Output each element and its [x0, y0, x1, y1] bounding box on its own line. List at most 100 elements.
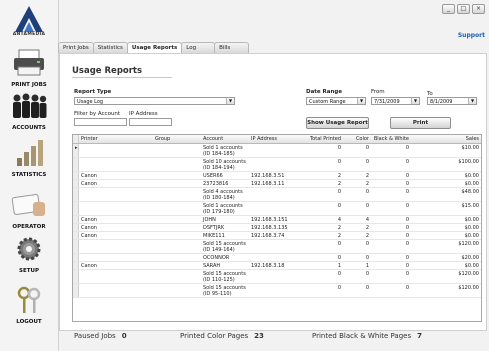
table-row[interactable]: Sold 15 accounts (ID 110-125) 0 0 0 $120.00 — [73, 270, 481, 284]
chevron-down-icon: ▼ — [468, 98, 476, 104]
cell-sales: $0.00 — [464, 233, 479, 239]
logo-text: ANTAMEDIA — [12, 32, 46, 37]
col-account[interactable]: Account — [201, 135, 249, 143]
cell-group — [153, 202, 201, 215]
sidebar-item-print-jobs[interactable]: PRINT JOBS — [0, 48, 58, 88]
cell-bw: 0 — [405, 285, 409, 291]
cell-printer: Canon — [81, 181, 97, 187]
tab-print-jobs[interactable]: Print Jobs — [58, 42, 94, 53]
close-button[interactable]: × — [472, 4, 485, 14]
cell-group — [153, 158, 201, 171]
usage-reports-panel: Usage Reports Report Type Usage Log ▼ Fi… — [59, 53, 487, 331]
color-pages-label: Printed Color Pages — [180, 332, 249, 340]
table-row[interactable]: Canon 23723816 192.168.3.11 2 2 0 $0.00 — [73, 180, 481, 188]
cell-color: 0 — [365, 285, 369, 291]
table-row[interactable]: Canon DSFTJRK 192.168.3.135 2 2 0 $0.00 — [73, 224, 481, 232]
cell-bw: 0 — [405, 233, 409, 239]
support-link[interactable]: Support — [458, 32, 485, 39]
cell-color: 1 — [365, 263, 369, 269]
col-total-printed[interactable]: Total Printed — [301, 135, 343, 143]
cell-ip: 192.168.3.74 — [251, 233, 285, 239]
table-row[interactable]: Sold 10 accounts (ID 184-194) 0 0 0 $100.00 — [73, 158, 481, 172]
col-ip-address[interactable]: IP Address — [249, 135, 301, 143]
cell-sales: $120.00 — [458, 285, 479, 291]
bw-pages-value: 7 — [417, 332, 422, 340]
cell-sales: $15.00 — [461, 203, 480, 209]
cell-ip: 192.168.3.151 — [251, 217, 288, 223]
table-row[interactable]: Sold 15 accounts (ID 149-164) 0 0 0 $120.00 — [73, 240, 481, 254]
cell-account: Sold 1 accounts (ID 184-185) — [203, 145, 243, 157]
from-date-picker[interactable]: 7/31/2009 ▼ — [371, 97, 420, 105]
ip-address-input[interactable] — [129, 118, 172, 126]
sidebar-item-setup[interactable]: SETUP — [0, 234, 58, 274]
minimize-button[interactable]: _ — [442, 4, 455, 14]
col-printer[interactable]: Printer — [79, 135, 153, 143]
cell-printer — [79, 158, 153, 171]
maximize-button[interactable]: □ — [457, 4, 470, 14]
tab-statistics[interactable]: Statistics — [92, 42, 128, 53]
filter-account-input[interactable] — [74, 118, 127, 126]
col-sales[interactable]: Sales — [411, 135, 481, 143]
print-button[interactable]: Print — [390, 117, 451, 129]
cell-account: Sold 4 accounts (ID 180-184) — [203, 189, 243, 201]
sidebar-item-logout[interactable]: LOGOUT — [0, 285, 58, 325]
to-date-picker[interactable]: 8/1/2009 ▼ — [427, 97, 477, 105]
table-row[interactable]: Canon JOHN 192.168.3.151 4 4 0 $0.00 — [73, 216, 481, 224]
cell-bw: 0 — [405, 189, 409, 195]
cell-color: 4 — [365, 217, 369, 223]
cell-bw: 0 — [405, 203, 409, 209]
table-row[interactable]: Sold 4 accounts (ID 180-184) 0 0 0 $48.00 — [73, 188, 481, 202]
date-range-select[interactable]: Custom Range ▼ — [306, 97, 366, 105]
cell-color: 0 — [365, 189, 369, 195]
cell-account: DSFTJRK — [203, 225, 225, 231]
tab-log[interactable]: Log — [181, 42, 216, 53]
cell-total: 4 — [337, 217, 341, 223]
antamedia-logo — [15, 6, 43, 32]
sidebar-item-operator[interactable]: OPERATOR — [0, 190, 58, 230]
table-row[interactable]: Canon USER66 192.168.3.51 2 2 0 $0.00 — [73, 172, 481, 180]
table-row[interactable]: Sold 1 accounts (ID 179-180) 0 0 0 $15.00 — [73, 202, 481, 216]
table-row[interactable]: ▸ Sold 1 accounts (ID 184-185) 0 0 0 $10.00 — [73, 144, 481, 158]
cell-color: 2 — [365, 225, 369, 231]
cell-sales: $120.00 — [458, 271, 479, 277]
cell-total: 0 — [337, 189, 341, 195]
cell-account: USER66 — [203, 173, 223, 179]
cell-color: 0 — [365, 271, 369, 277]
paused-jobs-label: Paused Jobs — [74, 332, 116, 340]
table-row[interactable]: Canon SARAH 192.168.3.18 1 1 0 $0.00 — [73, 262, 481, 270]
people-icon — [13, 93, 47, 118]
col-color[interactable]: Color — [343, 135, 371, 143]
cell-sales: $100.00 — [458, 159, 479, 165]
sidebar-item-accounts[interactable]: ACCOUNTS — [0, 91, 58, 131]
cell-printer — [79, 270, 153, 283]
usage-table: Printer Group Account IP Address Total P… — [72, 134, 482, 322]
cell-printer — [79, 254, 153, 261]
cell-bw: 0 — [405, 241, 409, 247]
table-row[interactable]: Canon MIKE111 192.168.3.74 2 2 0 $0.00 — [73, 232, 481, 240]
cell-printer — [79, 284, 153, 297]
report-type-select[interactable]: Usage Log ▼ — [74, 97, 235, 105]
cell-total: 0 — [337, 203, 341, 209]
cell-bw: 0 — [405, 159, 409, 165]
table-body: ▸ Sold 1 accounts (ID 184-185) 0 0 0 $10.00 So… — [73, 144, 481, 298]
cell-group — [153, 216, 201, 223]
cell-bw: 0 — [405, 225, 409, 231]
show-usage-report-button[interactable]: Show Usage Report — [306, 117, 369, 129]
table-row[interactable]: Sold 15 accounts (ID 95-110) 0 0 0 $120.00 — [73, 284, 481, 298]
cell-group — [153, 240, 201, 253]
cell-printer: Canon — [81, 173, 97, 179]
tab-bills[interactable]: Bills — [214, 42, 250, 53]
cell-color: 0 — [365, 255, 369, 261]
sidebar-item-statistics[interactable]: STATISTICS — [0, 138, 58, 178]
col-group[interactable]: Group — [153, 135, 201, 143]
table-row[interactable]: OCONNOR 0 0 0 $20.00 — [73, 254, 481, 262]
cell-sales: $0.00 — [464, 173, 479, 179]
paused-jobs-stat: Paused Jobs 0 — [74, 332, 127, 340]
chevron-down-icon: ▼ — [411, 98, 419, 104]
cell-account: Sold 10 accounts (ID 184-194) — [203, 159, 246, 171]
col-black-white[interactable]: Black & White — [371, 135, 411, 143]
sidebar-label: STATISTICS — [11, 172, 47, 178]
cell-group — [153, 270, 201, 283]
cell-group — [153, 262, 201, 269]
cell-color: 2 — [365, 233, 369, 239]
